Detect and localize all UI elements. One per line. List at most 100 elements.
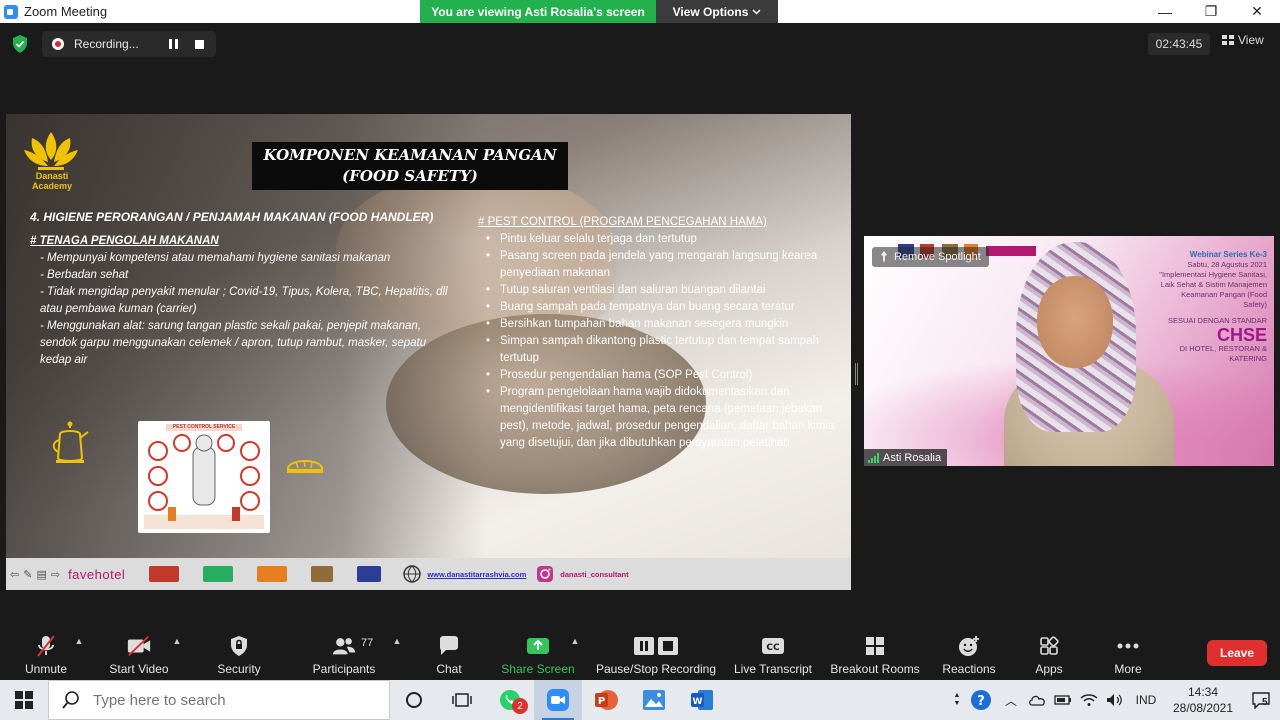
zoom-icon [547,689,569,711]
pause-stop-recording-button[interactable]: Pause/Stop Recording [594,628,718,680]
slide-nav-controls[interactable]: ⇦ ✎ ▤ ⇨ [10,568,60,581]
onedrive-tray[interactable] [1024,680,1050,720]
remove-spotlight-button[interactable]: Remove Spotlight [872,247,989,267]
system-tray: ▲ ▼ ? ︿ IND 14:34 28/08/2021 5 [950,680,1280,720]
pest-control-image: PEST CONTROL SERVICE [138,421,270,533]
view-label: View [1238,33,1264,47]
whatsapp-badge: 2 [512,698,528,714]
wifi-icon [1080,694,1098,706]
search-input[interactable] [93,691,373,709]
security-button[interactable]: Security [212,628,266,680]
participants-caret[interactable]: ▲ [390,628,404,680]
live-transcript-button[interactable]: CC Live Transcript [732,628,814,680]
chat-button[interactable]: Chat [432,628,466,680]
notification-count: 5 [1262,697,1268,708]
arrow-right-icon[interactable]: ⇨ [51,568,60,581]
start-video-button[interactable]: Start Video [104,628,174,680]
shield-check-icon[interactable] [12,35,28,53]
logo-text: Danasti Academy [22,171,82,191]
windows-logo-icon [15,691,33,709]
battery-tray[interactable] [1050,680,1076,720]
panel-splitter-handle[interactable] [855,363,858,385]
tray-scroll[interactable]: ▲ ▼ [950,680,964,720]
show-hidden-icons-button[interactable]: ︿ [998,680,1024,720]
list-item: Tutup saluran ventilasi dan saluran buan… [486,282,838,299]
banner-venue: DI HOTEL, RESTORAN & KATERING [1179,344,1267,363]
volume-tray[interactable] [1102,680,1128,720]
share-screen-label: Share Screen [501,662,575,676]
task-view-button[interactable] [438,680,486,720]
reactions-button[interactable]: Reactions [940,628,998,680]
start-button[interactable] [0,680,48,720]
windows-taskbar: 2 P W ▲ ▼ ? ︿ IND 14:34 [0,680,1280,720]
cortana-button[interactable] [390,680,438,720]
taskbar-clock[interactable]: 14:34 28/08/2021 [1164,684,1242,716]
view-options-label: View Options [672,4,749,19]
pause-icon[interactable] [167,37,181,51]
participant-video-tile[interactable]: Webinar Series Ke-3 Sabtu, 28 Agustus 20… [864,236,1274,466]
chat-label: Chat [436,662,462,676]
audio-options-caret[interactable]: ▲ [72,628,86,680]
minimize-button[interactable]: — [1142,0,1188,23]
clock-date: 28/08/2021 [1172,701,1234,715]
taskbar-search[interactable] [48,680,390,720]
banner-date: Sabtu, 28 Agustus 2021 [1187,260,1267,269]
left-subheading: # TENAGA PENGOLAH MAKANAN [30,235,219,247]
mic-muted-icon [33,634,59,658]
breakout-rooms-button[interactable]: Breakout Rooms [828,628,922,680]
video-options-caret[interactable]: ▲ [170,628,184,680]
taskbar-photos[interactable] [630,680,678,720]
wifi-tray[interactable] [1076,680,1102,720]
share-screen-button[interactable]: Share Screen [500,628,576,680]
caret-up-icon: ▲ [953,692,961,699]
pause-stop-label: Pause/Stop Recording [595,662,717,676]
language-indicator[interactable]: IND [1128,680,1164,720]
stop-icon[interactable] [193,37,207,51]
battery-icon [1054,695,1071,705]
caret-up-icon: ▲ [74,636,84,646]
list-item: Bersihkan tumpahan bahan makanan seseger… [486,316,838,333]
view-button[interactable]: View [1222,33,1264,47]
help-tray-button[interactable]: ? [964,680,998,720]
footer-instagram: danasti_consultant [560,569,629,579]
taskbar-word[interactable]: W [678,680,726,720]
footer-website: www.danastitarrashvia.com [427,569,527,579]
meeting-timer: 02:43:45 [1148,33,1210,55]
apps-button[interactable]: Apps [1030,628,1068,680]
apps-label: Apps [1035,662,1063,676]
list-item: - Mempunyai kompetensi atau memahami hyg… [40,252,391,264]
caret-up-icon: ▲ [392,636,402,646]
arrow-left-icon[interactable]: ⇦ [10,568,19,581]
notification-center-button[interactable]: 5 [1242,680,1280,720]
banner-series: Webinar Series Ke-3 [1189,250,1267,259]
pest-control-list: Pintu keluar selalu terjaga dan tertutup… [478,231,838,452]
recording-label: Recording... [74,37,139,51]
leave-button[interactable]: Leave [1207,640,1267,666]
pen-icon[interactable]: ✎ [23,568,32,581]
taskbar-whatsapp[interactable]: 2 [486,680,534,720]
more-button[interactable]: More [1108,628,1148,680]
share-options-caret[interactable]: ▲ [568,628,582,680]
share-screen-icon [525,634,551,658]
close-button[interactable]: ✕ [1234,0,1280,23]
menu-icon[interactable]: ▤ [36,568,46,581]
participants-button[interactable]: Participants [308,628,380,680]
webinar-banner: Webinar Series Ke-3 Sabtu, 28 Agustus 20… [1159,250,1267,364]
clock-time: 14:34 [1187,685,1219,699]
taskbar-powerpoint[interactable]: P [582,680,630,720]
breakout-rooms-icon [862,634,888,658]
taskbar-zoom[interactable] [534,680,582,720]
slide-title-line2: (FOOD SAFETY) [342,167,478,185]
sponsor-logo-5 [357,566,382,582]
more-dots-icon [1115,634,1141,658]
svg-text:P: P [598,696,605,707]
cortana-circle-icon [406,692,422,708]
cc-icon: CC [760,634,786,658]
left-column: 4. HIGIENE PERORANGAN / PENJAMAH MAKANAN… [30,209,460,369]
meeting-area: Recording... 02:43:45 View Danasti Acade… [0,23,1280,628]
meeting-toolbar: Unmute ▲ Start Video ▲ Security Particip… [0,628,1280,680]
unmute-button[interactable]: Unmute [22,628,70,680]
restore-button[interactable]: ❐ [1188,0,1234,23]
view-options-button[interactable]: View Options [656,0,778,23]
list-item: - Tidak mengidap penyakit menular ; Covi… [40,286,448,315]
